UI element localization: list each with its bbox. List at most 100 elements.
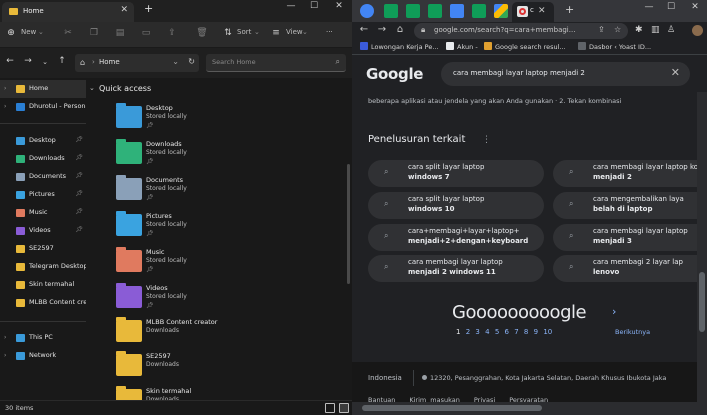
tiles-view-icon[interactable] <box>339 403 349 413</box>
avatar[interactable] <box>692 25 703 36</box>
scrollbar-thumb[interactable] <box>699 272 705 332</box>
view-button[interactable]: View <box>286 28 303 36</box>
more-options-icon[interactable]: ··· <box>326 28 333 36</box>
delete-icon[interactable]: 🗑 <box>196 27 208 39</box>
sidebar-item-desktop[interactable]: Desktop 📌︎ <box>0 132 86 150</box>
vertical-scrollbar[interactable] <box>697 92 707 402</box>
google-logo[interactable]: Google <box>366 65 423 83</box>
address-bar[interactable]: ⌂ › Home ⌄ ↻ <box>75 54 199 72</box>
tab-favicon-chrome-icon[interactable] <box>360 4 374 18</box>
sidebar-item-skin-termahal[interactable]: Skin termahal <box>0 276 86 294</box>
sidebar-item-downloads[interactable]: Downloads 📌︎ <box>0 150 86 168</box>
page-link[interactable]: 2 <box>466 328 470 336</box>
maximize-button[interactable]: ☐ <box>661 2 681 12</box>
search-input[interactable]: cara membagi layar laptop menjadi 2 ✕ <box>441 62 690 86</box>
explorer-tab-home[interactable]: Home ✕ <box>2 2 134 22</box>
quick-access-folder[interactable]: Music Stored locally 📌︎ <box>116 247 316 284</box>
minimize-button[interactable]: — <box>639 2 659 12</box>
maximize-button[interactable]: ☐ <box>303 1 325 11</box>
sort-button[interactable]: Sort <box>237 28 251 36</box>
bookmark-item[interactable]: Lowongan Kerja Pe... <box>360 42 439 51</box>
install-app-icon[interactable]: ⇪ <box>598 25 605 34</box>
tab-favicon-docs-icon[interactable] <box>450 4 464 18</box>
page-link[interactable]: 3 <box>475 328 479 336</box>
page-link[interactable]: 9 <box>534 328 538 336</box>
new-dropdown-icon[interactable]: ⌄ <box>38 28 44 36</box>
forward-button[interactable]: → <box>22 56 34 66</box>
page-link[interactable]: 8 <box>524 328 528 336</box>
view-dropdown-icon[interactable]: ⌄ <box>302 28 308 36</box>
quick-access-folder[interactable]: Documents Stored locally 📌︎ <box>116 175 316 212</box>
share-icon[interactable]: ⇪ <box>166 27 178 39</box>
related-search-chip[interactable]: ⌕ cara membagi layar laptop menjadi 3 <box>553 224 697 251</box>
omnibox[interactable]: 🔒︎ google.com/search?q=cara+membagi... ⇪… <box>414 23 628 39</box>
refresh-icon[interactable]: ↻ <box>188 57 195 66</box>
sidebar-item-mlbb-content-crea[interactable]: MLBB Content crea <box>0 294 91 312</box>
sidebar-item-network[interactable]: › Network <box>0 347 86 365</box>
new-tab-button[interactable]: + <box>565 3 574 16</box>
bookmark-star-icon[interactable]: ☆ <box>614 25 621 34</box>
minimize-button[interactable]: — <box>280 1 302 11</box>
up-button[interactable]: ↑ <box>56 56 68 66</box>
related-search-chip[interactable]: ⌕ cara mengembalikan laya belah di laptop <box>553 192 697 219</box>
home-button[interactable]: ⌂ <box>394 24 406 35</box>
recent-dropdown-icon[interactable]: ⌄ <box>39 58 51 66</box>
related-search-chip[interactable]: ⌕ cara+membagi+layar+laptop+ menjadi+2+den… <box>368 224 544 251</box>
explorer-scrollbar[interactable] <box>347 164 350 284</box>
breadcrumb-chevron-icon[interactable]: › <box>92 58 95 66</box>
close-tab-icon[interactable]: ✕ <box>538 6 546 16</box>
paste-icon[interactable]: ▤ <box>114 27 126 39</box>
quick-access-folder[interactable]: Pictures Stored locally 📌︎ <box>116 211 316 248</box>
tab-favicon-sheets-icon[interactable] <box>384 4 398 18</box>
chevron-right-icon[interactable]: › <box>4 334 6 341</box>
bookmark-item[interactable]: Google search resul... <box>484 42 566 51</box>
sidebar-item-se2597[interactable]: SE2597 <box>0 240 86 258</box>
details-view-icon[interactable] <box>325 403 335 413</box>
cut-icon[interactable]: ✂ <box>62 27 74 39</box>
close-window-button[interactable]: ✕ <box>685 2 705 12</box>
related-search-chip[interactable]: ⌕ cara membagi 2 layar lap lenovo <box>553 255 697 282</box>
page-link[interactable]: 6 <box>505 328 509 336</box>
sidebar-item-music[interactable]: Music 📌︎ <box>0 204 86 222</box>
sidebar-item-documents[interactable]: Documents 📌︎ <box>0 168 86 186</box>
close-window-button[interactable]: ✕ <box>328 1 350 11</box>
copy-icon[interactable]: ❐ <box>88 27 100 39</box>
related-search-chip[interactable]: ⌕ cara split layar laptop windows 7 <box>368 160 544 187</box>
quick-access-folder[interactable]: Videos Stored locally 📌︎ <box>116 283 316 320</box>
tab-favicon-drive-icon[interactable] <box>494 4 508 18</box>
sort-dropdown-icon[interactable]: ⌄ <box>254 28 260 36</box>
quick-access-folder[interactable]: MLBB Content creator Downloads <box>116 317 316 354</box>
clear-search-icon[interactable]: ✕ <box>671 66 680 79</box>
quick-access-folder[interactable]: Skin termahal Downloads <box>116 386 316 400</box>
sidebar-item-videos[interactable]: Videos 📌︎ <box>0 222 86 240</box>
tab-favicon-sheets-icon[interactable] <box>406 4 420 18</box>
url-text[interactable]: google.com/search?q=cara+membagi... <box>434 26 575 34</box>
sidebar-item-telegram-desktop[interactable]: Telegram Desktop <box>0 258 88 276</box>
chevron-right-icon[interactable]: › <box>4 103 6 110</box>
new-button[interactable]: New <box>21 28 36 36</box>
bookmark-item[interactable]: Akun - <box>446 42 478 51</box>
next-page-chevron-icon[interactable]: › <box>612 305 616 318</box>
page-link[interactable]: 5 <box>495 328 499 336</box>
sidebar-item-pictures[interactable]: Pictures 📌︎ <box>0 186 86 204</box>
quick-access-folder[interactable]: SE2597 Downloads <box>116 351 316 388</box>
related-search-chip[interactable]: ⌕ cara membagi layar laptop menjadi 2 wind… <box>368 255 544 282</box>
chevron-right-icon[interactable]: › <box>4 352 6 359</box>
page-link[interactable]: 7 <box>514 328 518 336</box>
close-tab-icon[interactable]: ✕ <box>120 5 128 15</box>
forward-button[interactable]: → <box>376 24 388 35</box>
new-tab-button[interactable]: + <box>144 2 153 15</box>
breadcrumb-home[interactable]: Home <box>99 58 120 66</box>
next-page-link[interactable]: Berikutnya <box>615 328 650 336</box>
search-query[interactable]: cara membagi layar laptop menjadi 2 <box>453 69 585 77</box>
address-dropdown-icon[interactable]: ⌄ <box>172 57 179 66</box>
user-icon[interactable]: ♙ <box>667 25 675 35</box>
search-input[interactable]: Search Home ⌕ <box>206 54 346 72</box>
lock-icon[interactable]: 🔒︎ <box>421 25 425 35</box>
horizontal-scrollbar[interactable] <box>352 402 707 415</box>
related-search-chip[interactable]: ⌕ cara split layar laptop windows 10 <box>368 192 544 219</box>
back-button[interactable]: ← <box>358 24 370 35</box>
page-link[interactable]: 4 <box>485 328 489 336</box>
sidebar-item-home[interactable]: › Home <box>0 80 86 98</box>
scrollbar-thumb[interactable] <box>362 405 542 411</box>
